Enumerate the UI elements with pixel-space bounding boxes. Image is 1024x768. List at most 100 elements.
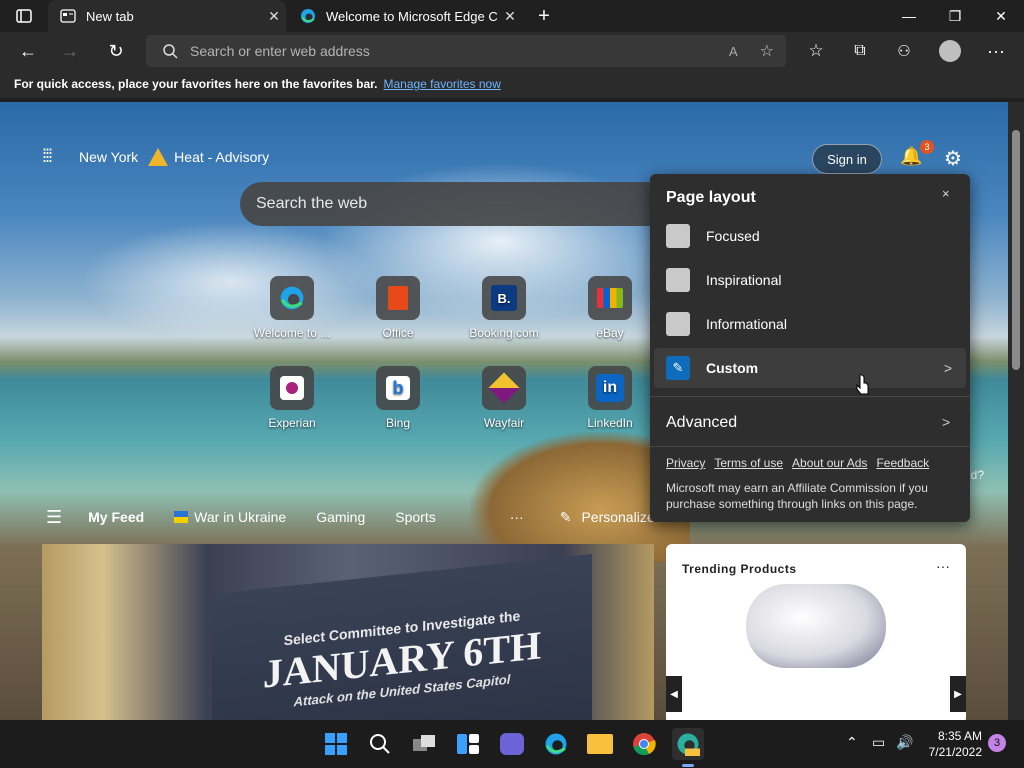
close-tab-icon[interactable]: ✕ — [498, 4, 522, 28]
footer-links: Privacy Terms of use About our Ads Feedb… — [666, 456, 938, 470]
edge-icon — [301, 9, 315, 23]
layout-option-focused[interactable]: Focused — [650, 216, 966, 256]
about-ads-link[interactable]: About our Ads — [792, 456, 867, 470]
carousel-prev-button[interactable]: ◀ — [666, 676, 682, 712]
task-view-icon[interactable] — [408, 728, 440, 760]
close-tab-icon[interactable]: ✕ — [262, 4, 286, 28]
option-label: Informational — [706, 316, 787, 332]
chevron-up-icon[interactable]: ⌃ — [846, 734, 858, 751]
scrollbar[interactable] — [1008, 102, 1024, 720]
chrome-icon[interactable] — [628, 728, 660, 760]
tile-welcome[interactable]: Welcome to ... — [252, 276, 332, 340]
restore-button[interactable]: ❐ — [932, 0, 978, 32]
share-icon[interactable]: ⚇ — [888, 35, 920, 67]
address-placeholder: Search or enter web address — [190, 43, 370, 59]
weather-alert[interactable]: Heat - Advisory — [174, 149, 269, 165]
feed-tab-ukraine[interactable]: War in Ukraine — [194, 509, 286, 525]
tile-ebay[interactable]: eBay — [570, 276, 650, 340]
tile-linkedin[interactable]: in LinkedIn — [570, 366, 650, 430]
divider — [650, 446, 970, 447]
minimize-button[interactable]: — — [886, 0, 932, 32]
ebay-icon — [588, 276, 632, 320]
privacy-link[interactable]: Privacy — [666, 456, 705, 470]
notification-badge[interactable]: 3 — [988, 734, 1006, 752]
collections-icon[interactable]: ⧉ — [844, 35, 876, 67]
file-explorer-icon[interactable] — [584, 728, 616, 760]
trending-products-card[interactable]: Trending Products ··· ◀ ▶ — [666, 544, 966, 720]
feed-tab-my-feed[interactable]: My Feed — [88, 509, 144, 525]
network-icon[interactable]: ▭ — [872, 734, 885, 751]
background-cloud — [80, 222, 380, 342]
carousel-next-button[interactable]: ▶ — [950, 676, 966, 712]
panel-title: Page layout — [666, 189, 756, 206]
terms-link[interactable]: Terms of use — [714, 456, 783, 470]
personalize-button[interactable]: Personalize — [581, 509, 654, 525]
page-layout-panel: Page layout × Focused Inspirational Info… — [650, 174, 970, 522]
tab-welcome[interactable]: Welcome to Microsoft Edge Can ✕ — [288, 0, 526, 32]
chevron-right-icon: > — [943, 360, 952, 376]
active-app-indicator — [682, 764, 694, 767]
gear-icon[interactable]: ⚙ — [944, 146, 966, 170]
tab-actions-button[interactable] — [12, 6, 36, 26]
tile-bing[interactable]: b Bing — [358, 366, 438, 430]
tab-actions-icon — [16, 9, 32, 23]
scrollbar-thumb[interactable] — [1012, 130, 1020, 370]
layout-option-custom[interactable]: ✎ Custom > — [654, 348, 966, 388]
back-button[interactable]: ← — [12, 35, 44, 67]
chat-icon[interactable] — [496, 728, 528, 760]
favorites-icon[interactable]: ☆ — [800, 35, 832, 67]
tile-label: Booking.com — [469, 326, 539, 340]
tile-office[interactable]: Office — [358, 276, 438, 340]
layout-option-informational[interactable]: Informational — [650, 304, 966, 344]
tab-title: Welcome to Microsoft Edge Can — [326, 8, 498, 24]
layout-option-inspirational[interactable]: Inspirational — [650, 260, 966, 300]
tile-wayfair[interactable]: Wayfair — [464, 366, 544, 430]
tile-booking[interactable]: B. Booking.com — [464, 276, 544, 340]
news-card[interactable]: Select Committee to Investigate the JANU… — [42, 544, 654, 720]
forward-button[interactable]: → — [54, 35, 86, 67]
weather-city[interactable]: New York — [79, 149, 138, 165]
search-icon[interactable] — [364, 728, 396, 760]
feed-menu-icon[interactable]: ☰ — [46, 507, 62, 528]
bing-icon: b — [376, 366, 420, 410]
tile-label: Office — [382, 326, 414, 340]
feedback-link[interactable]: Feedback — [876, 456, 929, 470]
close-window-button[interactable]: ✕ — [978, 0, 1024, 32]
office-icon — [376, 276, 420, 320]
profile-avatar[interactable] — [934, 35, 966, 67]
tab-new-tab[interactable]: New tab ✕ — [48, 0, 286, 32]
notifications-icon[interactable]: 🔔 — [900, 146, 922, 170]
card-more-icon[interactable]: ··· — [936, 558, 950, 574]
tab-title: New tab — [86, 8, 134, 24]
apps-launcher-icon[interactable]: ⁞⁞⁞ — [42, 146, 53, 167]
news-image: Select Committee to Investigate the JANU… — [212, 554, 592, 720]
add-favorite-icon[interactable]: ☆ — [760, 41, 774, 61]
pencil-icon: ✎ — [666, 356, 690, 380]
feed-tab-sports[interactable]: Sports — [395, 509, 435, 525]
advanced-button[interactable]: Advanced — [666, 414, 737, 432]
refresh-button[interactable]: ↻ — [100, 35, 132, 67]
clock[interactable]: 8:35 AM 7/21/2022 — [922, 728, 982, 760]
search-placeholder: Search the web — [256, 195, 368, 212]
start-icon[interactable] — [320, 728, 352, 760]
mouse-cursor-icon — [856, 374, 869, 395]
close-icon[interactable]: × — [942, 186, 950, 201]
wayfair-icon — [482, 366, 526, 410]
option-label: Inspirational — [706, 272, 782, 288]
settings-more-icon[interactable]: ··· — [980, 35, 1012, 67]
favorites-hint: For quick access, place your favorites h… — [14, 77, 378, 91]
weather-bar: ⁞⁞⁞ New York Heat - Advisory — [42, 146, 269, 167]
feed-more-icon[interactable]: ··· — [510, 509, 524, 525]
read-aloud-icon[interactable]: A — [729, 44, 738, 59]
sign-in-button[interactable]: Sign in — [812, 144, 882, 174]
web-search-input[interactable]: Search the web — [240, 182, 670, 226]
volume-icon[interactable]: 🔊 — [896, 734, 913, 751]
widgets-icon[interactable] — [452, 728, 484, 760]
address-bar[interactable]: Search or enter web address A ☆ — [146, 35, 786, 67]
manage-favorites-link[interactable]: Manage favorites now — [383, 77, 500, 91]
edge-canary-icon[interactable] — [672, 728, 704, 760]
new-tab-button[interactable]: + — [532, 4, 556, 28]
tile-experian[interactable]: Experian — [252, 366, 332, 430]
feed-tab-gaming[interactable]: Gaming — [316, 509, 365, 525]
edge-icon[interactable] — [540, 728, 572, 760]
